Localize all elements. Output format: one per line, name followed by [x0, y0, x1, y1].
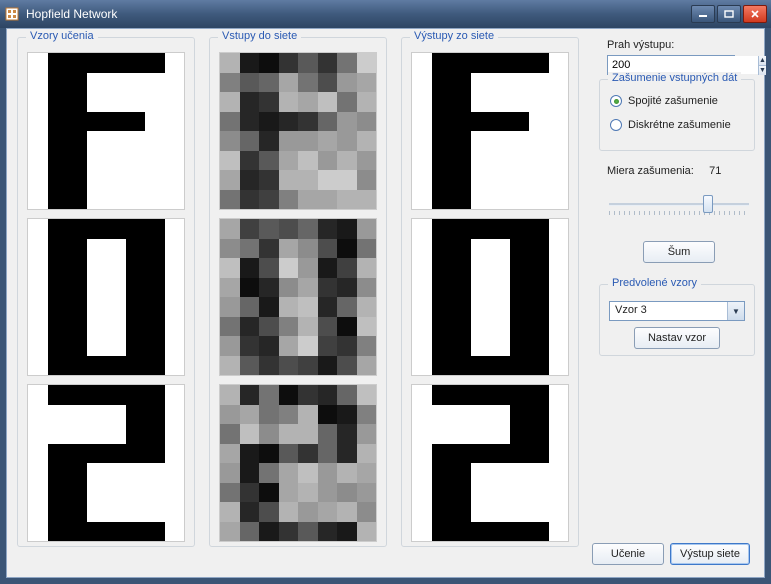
client-area: Vzory učenia Vstupy do siete Výstupy zo …	[6, 28, 765, 578]
group-legend: Výstupy zo siete	[410, 30, 498, 42]
pattern-output-2[interactable]	[411, 384, 569, 542]
threshold-up-icon[interactable]: ▲	[758, 56, 766, 66]
threshold-label: Prah výstupu:	[607, 39, 674, 51]
group-noise: Zašumenie vstupných dát Spojité zašumeni…	[599, 79, 755, 151]
group-network-inputs: Vstupy do siete	[209, 37, 387, 547]
close-button[interactable]	[743, 5, 767, 23]
maximize-button[interactable]	[717, 5, 741, 23]
learn-button[interactable]: Učenie	[592, 543, 664, 565]
noise-slider-label: Miera zašumenia: 71	[607, 165, 721, 177]
minimize-button[interactable]	[691, 5, 715, 23]
network-output-button[interactable]: Výstup siete	[670, 543, 750, 565]
noise-slider[interactable]	[605, 179, 753, 235]
group-network-outputs: Výstupy zo siete	[401, 37, 579, 547]
radio-continuous-noise[interactable]: Spojité zašumenie	[610, 92, 754, 110]
chevron-down-icon[interactable]: ▼	[727, 302, 744, 320]
group-legend: Predvolené vzory	[608, 277, 701, 289]
group-training-patterns: Vzory učenia	[17, 37, 195, 547]
preset-combo[interactable]: Vzor 3 ▼	[609, 301, 745, 321]
group-legend: Vstupy do siete	[218, 30, 301, 42]
app-icon	[4, 6, 20, 22]
window-title: Hopfield Network	[26, 7, 117, 21]
group-legend: Zašumenie vstupných dát	[608, 72, 741, 84]
pattern-train-2[interactable]	[27, 384, 185, 542]
noise-slider-value: 71	[709, 165, 721, 177]
radio-icon	[610, 95, 622, 107]
window: Hopfield Network Vzory učenia Vstupy do …	[0, 0, 771, 584]
group-presets: Predvolené vzory Vzor 3 ▼ Nastav vzor	[599, 284, 755, 356]
pattern-input-0[interactable]	[219, 52, 377, 210]
radio-discrete-noise[interactable]: Diskrétne zašumenie	[610, 116, 754, 134]
radio-icon	[610, 119, 622, 131]
set-preset-button[interactable]: Nastav vzor	[634, 327, 720, 349]
pattern-train-0[interactable]	[27, 52, 185, 210]
pattern-input-2[interactable]	[219, 384, 377, 542]
apply-noise-button[interactable]: Šum	[643, 241, 715, 263]
pattern-input-1[interactable]	[219, 218, 377, 376]
preset-selected: Vzor 3	[610, 302, 727, 320]
pattern-train-1[interactable]	[27, 218, 185, 376]
threshold-down-icon[interactable]: ▼	[758, 66, 766, 75]
pattern-output-0[interactable]	[411, 52, 569, 210]
group-legend: Vzory učenia	[26, 30, 98, 42]
radio-label: Diskrétne zašumenie	[628, 119, 731, 131]
radio-label: Spojité zašumenie	[628, 95, 718, 107]
slider-thumb-icon[interactable]	[703, 195, 713, 213]
titlebar[interactable]: Hopfield Network	[0, 0, 771, 28]
pattern-output-1[interactable]	[411, 218, 569, 376]
